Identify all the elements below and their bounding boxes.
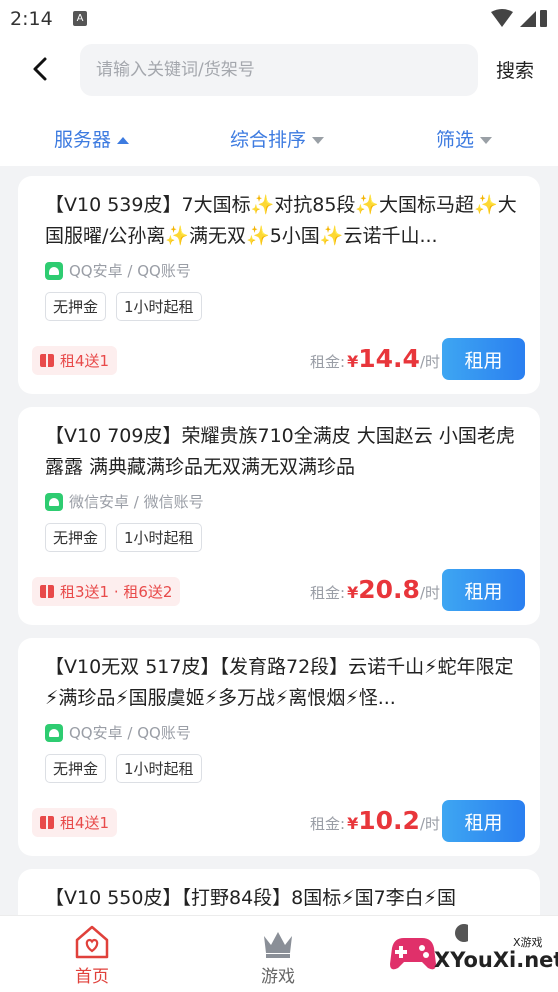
listing-title: 【V10无双 517皮】【发育路72段】云诺千山⚡蛇年限定⚡满珍品⚡国服虞姬⚡多… bbox=[45, 656, 514, 709]
signal-icons bbox=[490, 8, 548, 34]
status-time: 2:14 bbox=[10, 8, 53, 30]
rent-button[interactable]: 租用 bbox=[442, 569, 525, 611]
price-value: 10.2 bbox=[358, 806, 420, 835]
platform-label: QQ安卓 / QQ账号 bbox=[69, 724, 191, 742]
tag-list: 无押金 1小时起租 bbox=[45, 754, 202, 783]
price-unit: /时 bbox=[419, 353, 440, 371]
listing-platform: QQ安卓 / QQ账号 bbox=[45, 722, 191, 743]
watermark-logo: X游戏 XYouXi.net bbox=[388, 920, 558, 990]
tag-min-hour: 1小时起租 bbox=[116, 754, 202, 783]
listing-title: 【V10 550皮】【打野84段】8国标⚡国7李白⚡国 bbox=[45, 887, 457, 909]
tab-home[interactable]: 首页 bbox=[52, 924, 132, 987]
back-icon[interactable] bbox=[26, 54, 56, 84]
tag-min-hour: 1小时起租 bbox=[116, 292, 202, 321]
promo-badge: 租3送1 · 租6送2 bbox=[32, 577, 181, 606]
search-box[interactable] bbox=[80, 44, 478, 96]
price-label: 租金: bbox=[310, 815, 346, 833]
rent-button[interactable]: 租用 bbox=[442, 338, 525, 380]
crown-icon bbox=[264, 932, 292, 958]
tab-home-label: 首页 bbox=[75, 967, 109, 987]
price-value: 20.8 bbox=[358, 575, 420, 604]
listing-card[interactable]: 【V10 539皮】7大国标✨对抗85段✨大国标马超✨大国服曜/公孙离✨满无双✨… bbox=[18, 176, 540, 394]
filter-server[interactable]: 服务器 bbox=[54, 125, 130, 152]
status-bar: 2:14 A bbox=[0, 0, 558, 38]
home-icon bbox=[75, 925, 109, 959]
listing-platform: 微信安卓 / 微信账号 bbox=[45, 491, 204, 512]
filter-more-label: 筛选 bbox=[436, 129, 475, 151]
triangle-down-icon bbox=[312, 137, 325, 144]
tag-no-deposit: 无押金 bbox=[45, 523, 107, 552]
tag-list: 无押金 1小时起租 bbox=[45, 523, 202, 552]
filter-sort[interactable]: 综合排序 bbox=[230, 125, 325, 152]
listing-card[interactable]: 【V10无双 517皮】【发育路72段】云诺千山⚡蛇年限定⚡满珍品⚡国服虞姬⚡多… bbox=[18, 638, 540, 856]
listing-title: 【V10 709皮】荣耀贵族710全满皮 大国赵云 小国老虎露露 满典藏满珍品无… bbox=[45, 425, 515, 478]
triangle-down-icon bbox=[480, 137, 493, 144]
android-icon bbox=[45, 492, 63, 511]
android-icon bbox=[45, 723, 63, 742]
currency-symbol: ¥ bbox=[347, 814, 359, 833]
tag-min-hour: 1小时起租 bbox=[116, 523, 202, 552]
promo-text: 租3送1 · 租6送2 bbox=[60, 583, 173, 601]
price: 租金: ¥ 14.4 /时 bbox=[310, 344, 440, 373]
currency-symbol: ¥ bbox=[347, 352, 359, 371]
gift-icon bbox=[40, 354, 54, 367]
promo-text: 租4送1 bbox=[60, 352, 110, 370]
tag-no-deposit: 无押金 bbox=[45, 754, 107, 783]
listing-platform: QQ安卓 / QQ账号 bbox=[45, 260, 191, 281]
platform-label: 微信安卓 / 微信账号 bbox=[69, 493, 204, 511]
filter-server-label: 服务器 bbox=[54, 129, 112, 151]
price-label: 租金: bbox=[310, 584, 346, 602]
search-header: 搜索 bbox=[0, 38, 558, 110]
tab-games-label: 游戏 bbox=[261, 967, 295, 987]
android-icon bbox=[45, 261, 63, 280]
currency-symbol: ¥ bbox=[347, 583, 359, 602]
search-button[interactable]: 搜索 bbox=[496, 56, 534, 83]
promo-badge: 租4送1 bbox=[32, 808, 118, 837]
price-unit: /时 bbox=[419, 584, 440, 602]
promo-text: 租4送1 bbox=[60, 814, 110, 832]
price: 租金: ¥ 10.2 /时 bbox=[310, 806, 440, 835]
price-label: 租金: bbox=[310, 353, 346, 371]
sim-icon: A bbox=[73, 11, 87, 26]
gift-icon bbox=[40, 816, 54, 829]
search-input[interactable] bbox=[80, 44, 478, 96]
price: 租金: ¥ 20.8 /时 bbox=[310, 575, 440, 604]
platform-label: QQ安卓 / QQ账号 bbox=[69, 262, 191, 280]
rent-button[interactable]: 租用 bbox=[442, 800, 525, 842]
tag-list: 无押金 1小时起租 bbox=[45, 292, 202, 321]
listing-card[interactable]: 【V10 709皮】荣耀贵族710全满皮 大国赵云 小国老虎露露 满典藏满珍品无… bbox=[18, 407, 540, 625]
price-unit: /时 bbox=[419, 815, 440, 833]
listing-title: 【V10 539皮】7大国标✨对抗85段✨大国标马超✨大国服曜/公孙离✨满无双✨… bbox=[45, 194, 517, 247]
tag-no-deposit: 无押金 bbox=[45, 292, 107, 321]
promo-badge: 租4送1 bbox=[32, 346, 118, 375]
watermark-text: XYouXi.net bbox=[434, 948, 558, 972]
triangle-up-icon bbox=[117, 137, 130, 144]
gift-icon bbox=[40, 585, 54, 598]
filter-bar: 服务器 综合排序 筛选 bbox=[0, 110, 558, 166]
tab-games[interactable]: 游戏 bbox=[238, 924, 318, 987]
filter-more[interactable]: 筛选 bbox=[436, 125, 493, 152]
price-value: 14.4 bbox=[358, 344, 420, 373]
filter-sort-label: 综合排序 bbox=[230, 129, 307, 151]
